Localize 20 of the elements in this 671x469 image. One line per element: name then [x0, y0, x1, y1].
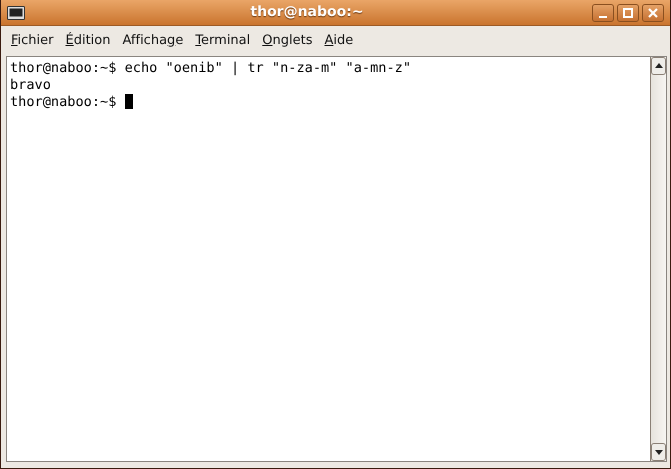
- terminal-output: thor@naboo:~$ echo "oenib" | tr "n-za-m" "a-mn-z" bravo thor@naboo:~$: [9, 58, 412, 112]
- menu-item[interactable]: Onglets: [256, 29, 318, 52]
- maximize-button[interactable]: [617, 4, 639, 22]
- terminal-icon: [7, 6, 25, 20]
- menu-item[interactable]: Aide: [318, 29, 360, 52]
- close-button[interactable]: [642, 4, 664, 22]
- up-arrow-icon: [654, 63, 662, 68]
- menu-item[interactable]: Affichage: [116, 29, 190, 52]
- menu-item[interactable]: Édition: [60, 29, 116, 52]
- minimize-button[interactable]: [592, 4, 614, 22]
- scroll-up-button[interactable]: [651, 56, 666, 74]
- close-icon: [648, 8, 658, 18]
- down-arrow-icon: [654, 450, 662, 454]
- menu-item[interactable]: Terminal: [189, 29, 256, 52]
- maximize-icon: [623, 8, 633, 18]
- minimize-icon: [599, 16, 607, 18]
- scroll-down-button[interactable]: [651, 443, 666, 461]
- menu-item[interactable]: Fichier: [5, 29, 60, 52]
- scrollbar[interactable]: [650, 56, 666, 461]
- window-title: thor@naboo:~: [249, 3, 365, 22]
